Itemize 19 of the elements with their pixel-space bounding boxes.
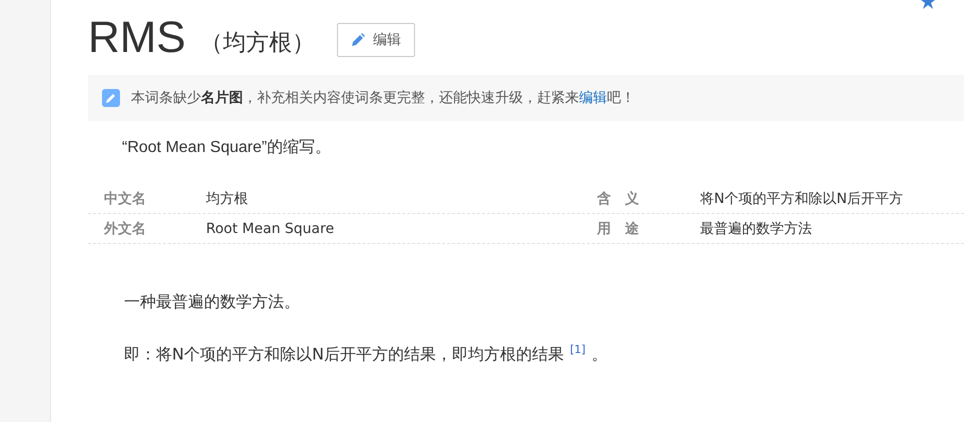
- field-value: Root Mean Square: [206, 220, 336, 236]
- field-label: 外文名: [102, 220, 147, 238]
- paragraph-text: 一种最普遍的数学方法。: [124, 292, 301, 312]
- field-label: 用 途: [596, 220, 640, 238]
- pencil-icon: [350, 33, 365, 47]
- field-label: 含 义: [596, 190, 640, 208]
- reference-link[interactable]: [1]: [570, 343, 586, 356]
- summary-text: “Root Mean Square”的缩写。: [122, 139, 331, 156]
- paragraph-text: 即：将N个项的平方和除以N后开平方的结果，即均方根的结果 $^{[1]}$ 。: [124, 342, 609, 364]
- edit-button[interactable]: 编辑: [336, 23, 415, 57]
- entry-subtitle: （均方根）: [200, 28, 315, 58]
- field-value: 最普遍的数学方法: [700, 220, 813, 238]
- entry-title: RMS: [88, 12, 186, 64]
- pencil-icon: [102, 89, 120, 107]
- edit-link[interactable]: 编辑: [579, 90, 607, 106]
- notice-text: 本词条缺少名片图，补充相关内容使词条更完整，还能快速升级，赶紧来编辑吧！: [131, 89, 635, 107]
- field-value: 将N个项的平方和除以N后开平方: [700, 190, 904, 208]
- field-label: 中文名: [103, 190, 147, 208]
- field-value: 均方根: [206, 190, 249, 208]
